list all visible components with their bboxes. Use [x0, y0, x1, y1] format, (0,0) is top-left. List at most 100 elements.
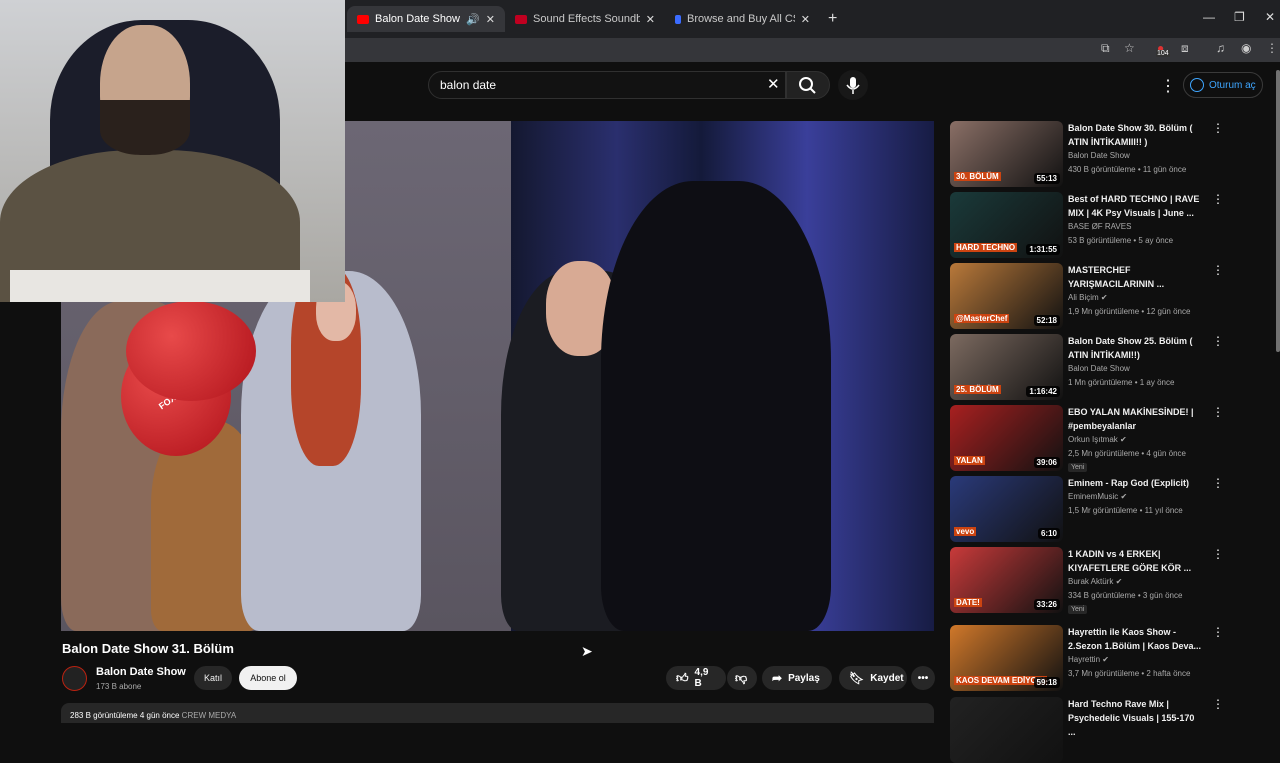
- recommendation-menu-icon[interactable]: ⋮: [1212, 121, 1224, 135]
- recommendation-channel[interactable]: Burak Aktürk ✔: [1068, 577, 1122, 586]
- recommendation-item[interactable]: Hard Techno Rave Mix | Psychedelic Visual…: [950, 697, 1224, 763]
- recommendation-item[interactable]: DATE! 33:26 1 KADIN vs 4 ERKEK| KIYAFETLERE…: [950, 547, 1224, 614]
- subscribe-button[interactable]: Abone ol: [239, 666, 297, 690]
- speaker-icon[interactable]: 🔊: [466, 13, 480, 26]
- media-control-icon[interactable]: ♫: [1216, 41, 1225, 55]
- thumbnail-overlay-text: YALAN: [954, 456, 985, 465]
- recommendation-title[interactable]: Hard Techno Rave Mix | Psychedelic Visual…: [1068, 697, 1202, 739]
- recommendation-menu-icon[interactable]: ⋮: [1212, 263, 1224, 277]
- tab-close-icon[interactable]: ✕: [646, 13, 655, 26]
- recommendation-title[interactable]: MASTERCHEF YARIŞMACILARININ ...: [1068, 263, 1202, 291]
- cs2-favicon-icon: [675, 14, 681, 24]
- youtube-favicon-icon: [357, 14, 369, 24]
- recommendation-menu-icon[interactable]: ⋮: [1212, 476, 1224, 490]
- share-label: Paylaş: [788, 672, 820, 684]
- recommendation-thumbnail[interactable]: HARD TECHNO 1:31:55: [950, 192, 1063, 258]
- new-tab-icon[interactable]: +: [828, 10, 837, 28]
- save-button[interactable]: 🔖︎ Kaydet: [839, 666, 907, 690]
- recommendation-title[interactable]: Hayrettin ile Kaos Show -2.Sezon 1.Bölüm…: [1068, 625, 1202, 653]
- dislike-button[interactable]: 👎︎: [727, 666, 757, 690]
- recommendation-menu-icon[interactable]: ⋮: [1212, 697, 1224, 711]
- settings-more-icon[interactable]: ⋮: [1160, 76, 1176, 96]
- extensions-puzzle-icon[interactable]: ⧈: [1181, 41, 1189, 56]
- upload-age: 4 gün önce: [139, 711, 180, 720]
- recommendation-item[interactable]: KAOS DEVAM EDİYOR! 59:18 Hayrettin ile Kao…: [950, 625, 1224, 691]
- search-button[interactable]: [786, 71, 830, 99]
- tab-sound-effects[interactable]: Sound Effects Soundboard - Ins ✕: [505, 6, 665, 32]
- recommendation-channel[interactable]: Orkun Işıtmak ✔: [1068, 435, 1127, 444]
- search-icon: [799, 77, 816, 94]
- video-duration: 55:13: [1033, 173, 1060, 184]
- signin-button[interactable]: Oturum aç: [1183, 72, 1263, 98]
- more-actions-button[interactable]: •••: [911, 666, 935, 690]
- recommendation-thumbnail[interactable]: YALAN 39:06: [950, 405, 1063, 471]
- thumbnail-overlay-text: 25. BÖLÜM: [954, 385, 1001, 394]
- browser-menu-icon[interactable]: ⋮: [1266, 41, 1278, 55]
- profile-icon[interactable]: ◉: [1241, 41, 1251, 55]
- channel-avatar[interactable]: [62, 666, 87, 691]
- recommendation-item[interactable]: YALAN 39:06 EBO YALAN MAKİNESİNDE! | #pembe…: [950, 405, 1224, 472]
- recommendation-thumbnail[interactable]: vevo 6:10: [950, 476, 1063, 542]
- save-bookmark-icon: 🔖︎: [849, 671, 865, 685]
- recommendation-item[interactable]: vevo 6:10 Eminem - Rap God (Explicit) Emine…: [950, 476, 1224, 542]
- voice-search-button[interactable]: [838, 70, 868, 100]
- video-duration: 33:26: [1033, 599, 1060, 610]
- recommendation-channel[interactable]: Hayrettin ✔: [1068, 655, 1109, 664]
- recommendation-item[interactable]: 30. BÖLÜM 55:13 Balon Date Show 30. Bölüm …: [950, 121, 1224, 187]
- maximize-icon[interactable]: ❐: [1234, 10, 1245, 24]
- signin-label: Oturum aç: [1209, 79, 1256, 91]
- thumbs-down-icon: 👎︎: [735, 670, 748, 685]
- tab-close-icon[interactable]: ✕: [801, 13, 810, 26]
- soundboard-favicon-icon: [515, 14, 527, 24]
- recommendation-thumbnail[interactable]: [950, 697, 1063, 763]
- recommendation-menu-icon[interactable]: ⋮: [1212, 334, 1224, 348]
- recommendation-item[interactable]: @MasterChef 52:18 MASTERCHEF YARIŞMACILARIN…: [950, 263, 1224, 329]
- minimize-icon[interactable]: —: [1203, 10, 1215, 24]
- scrollbar[interactable]: [1276, 70, 1280, 352]
- recommendation-channel[interactable]: EminemMusic ✔: [1068, 492, 1127, 501]
- recommendation-menu-icon[interactable]: ⋮: [1212, 625, 1224, 639]
- recommendation-title[interactable]: Balon Date Show 30. Bölüm (ATIN İNTİKAMI…: [1068, 121, 1202, 149]
- recommendation-thumbnail[interactable]: 30. BÖLÜM 55:13: [950, 121, 1063, 187]
- recommendation-meta: 1,5 Mr görüntüleme • 11 yıl önce: [1068, 506, 1183, 515]
- close-window-icon[interactable]: ✕: [1265, 10, 1275, 24]
- recommendation-meta: 1 Mn görüntüleme • 1 ay önce: [1068, 378, 1175, 387]
- recommendation-thumbnail[interactable]: DATE! 33:26: [950, 547, 1063, 613]
- recommendation-item[interactable]: 25. BÖLÜM 1:16:42 Balon Date Show 25. Bölü…: [950, 334, 1224, 400]
- recommendation-title[interactable]: Balon Date Show 25. Bölüm (ATIN İNTİKAMI…: [1068, 334, 1202, 362]
- thumbnail-overlay-text: 30. BÖLÜM: [954, 172, 1001, 181]
- recommendation-meta: 1,9 Mn görüntüleme • 12 gün önce: [1068, 307, 1191, 316]
- share-button[interactable]: ➦ Paylaş: [762, 666, 832, 690]
- recommendation-title[interactable]: Best of HARD TECHNO | RAVE MIX | 4K Psy V…: [1068, 192, 1202, 220]
- recommendation-channel[interactable]: Ali Biçim ✔: [1068, 293, 1108, 302]
- video-duration: 39:06: [1033, 457, 1060, 468]
- recommendation-menu-icon[interactable]: ⋮: [1212, 547, 1224, 561]
- like-button[interactable]: 👍︎ 4,9 B: [666, 666, 726, 690]
- recommendation-menu-icon[interactable]: ⋮: [1212, 405, 1224, 419]
- recommendation-item[interactable]: HARD TECHNO 1:31:55 Best of HARD TECHNO | …: [950, 192, 1224, 258]
- video-duration: 6:10: [1037, 528, 1060, 539]
- recommendation-thumbnail[interactable]: KAOS DEVAM EDİYOR! 59:18: [950, 625, 1063, 691]
- microphone-icon: [846, 77, 860, 94]
- recommendation-title[interactable]: EBO YALAN MAKİNESİNDE! | #pembeyalanlar: [1068, 405, 1202, 433]
- recommendation-thumbnail[interactable]: @MasterChef 52:18: [950, 263, 1063, 329]
- tab-cs2-skins[interactable]: Browse and Buy All CS2 Skins & ✕: [665, 6, 820, 32]
- tab-close-icon[interactable]: ✕: [486, 13, 495, 26]
- recommendation-channel[interactable]: BASE ØF RAVES: [1068, 222, 1131, 231]
- description-channel: CREW MEDYA: [181, 711, 237, 720]
- recommendation-channel[interactable]: Balon Date Show: [1068, 151, 1130, 160]
- tab-balon-date[interactable]: Balon Date Show 31. Bölüm 🔊 ✕: [347, 6, 505, 32]
- clear-search-icon[interactable]: ✕: [767, 75, 780, 93]
- channel-name[interactable]: Balon Date Show: [96, 666, 186, 678]
- recommendation-title[interactable]: 1 KADIN vs 4 ERKEK| KIYAFETLERE GÖRE KÖR …: [1068, 547, 1202, 575]
- cast-icon[interactable]: ⧉: [1101, 41, 1110, 56]
- recommendation-channel[interactable]: Balon Date Show: [1068, 364, 1130, 373]
- thumbs-up-icon: 👍︎: [676, 670, 689, 685]
- recommendation-menu-icon[interactable]: ⋮: [1212, 192, 1224, 206]
- search-input[interactable]: balon date: [440, 78, 496, 92]
- join-button[interactable]: Katıl: [194, 666, 232, 690]
- bookmark-star-icon[interactable]: ☆: [1124, 41, 1135, 55]
- video-title: Balon Date Show 31. Bölüm: [62, 641, 234, 656]
- recommendation-title[interactable]: Eminem - Rap God (Explicit): [1068, 476, 1202, 490]
- recommendation-thumbnail[interactable]: 25. BÖLÜM 1:16:42: [950, 334, 1063, 400]
